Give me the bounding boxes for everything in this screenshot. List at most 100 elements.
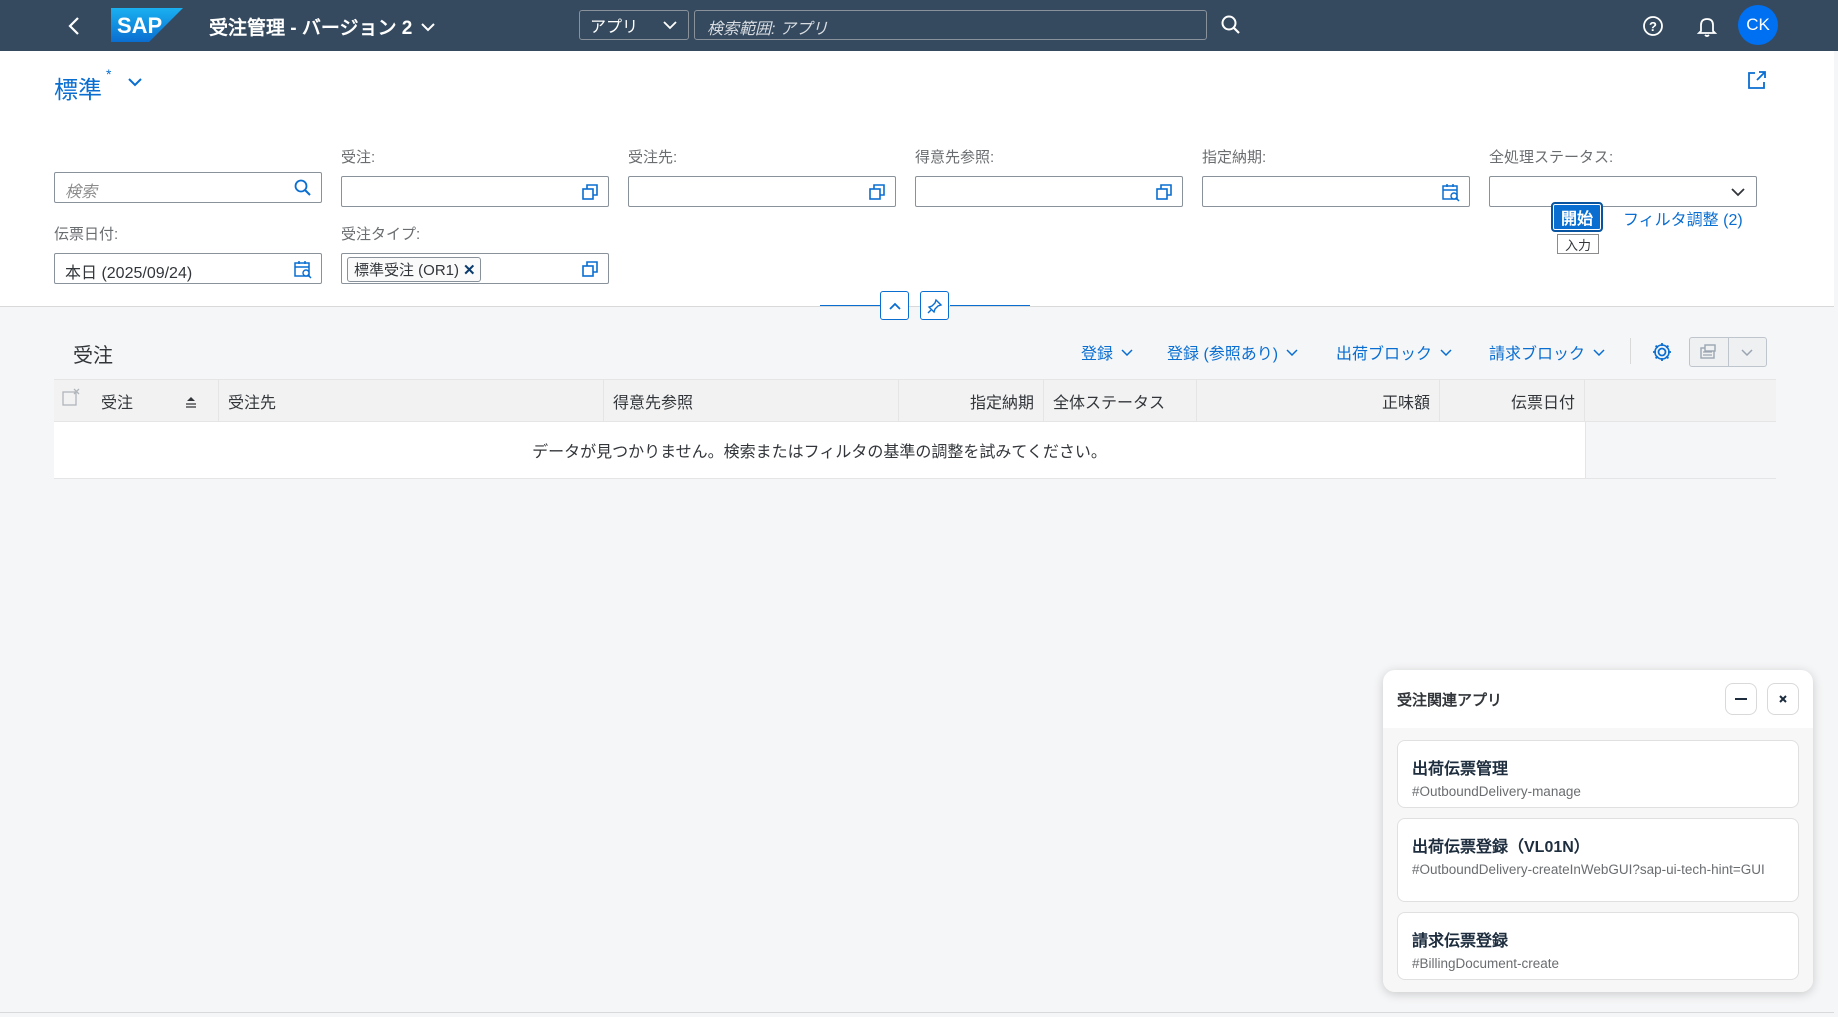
sold-to-filter-label: 受注先: xyxy=(628,149,678,166)
go-button-tooltip: 入力 xyxy=(1557,234,1600,254)
delivery-block-button[interactable]: 出荷ブロック xyxy=(1336,340,1452,364)
order-filter-label: 受注: xyxy=(341,149,376,166)
app-title: 受注管理 - バージョン 2 xyxy=(209,18,413,39)
order-filter-input[interactable] xyxy=(341,176,609,207)
create-label: 登録 xyxy=(1081,346,1114,363)
create-button[interactable]: 登録 xyxy=(1081,340,1133,364)
search-icon[interactable] xyxy=(293,178,313,198)
chevron-down-icon xyxy=(1741,349,1753,356)
delivery-block-label: 出荷ブロック xyxy=(1336,346,1433,363)
order-type-filter-input[interactable]: 標準受注 (OR1) ✕ xyxy=(341,253,609,284)
create-with-ref-label: 登録 (参照あり) xyxy=(1167,346,1279,363)
export-button-group xyxy=(1689,337,1767,367)
value-help-icon[interactable] xyxy=(580,259,600,279)
related-app-title: 請求伝票登録 xyxy=(1412,933,1509,950)
related-app-title: 出荷伝票管理 xyxy=(1412,761,1509,778)
chevron-down-icon xyxy=(421,22,436,31)
related-app-hash: #BillingDocument-create xyxy=(1412,956,1560,971)
gear-icon[interactable] xyxy=(1650,340,1674,364)
chevron-down-icon xyxy=(1286,349,1298,356)
chevron-down-icon xyxy=(1121,349,1133,356)
collapse-header-button[interactable] xyxy=(880,291,909,320)
doc-date-filter-input[interactable]: 本日 (2025/09/24) xyxy=(54,253,322,284)
header-divider-left xyxy=(820,305,880,306)
column-header-doc-date[interactable]: 伝票日付 xyxy=(1440,380,1585,422)
sold-to-filter-input[interactable] xyxy=(628,176,896,207)
related-app-card[interactable]: 請求伝票登録 #BillingDocument-create xyxy=(1397,912,1799,980)
no-data-text: データが見つかりません。検索またはフィルタの基準の調整を試みてください。 xyxy=(532,444,1107,461)
bell-icon[interactable] xyxy=(1694,13,1720,39)
svg-text:?: ? xyxy=(1649,19,1657,34)
column-header-net-amount[interactable]: 正味額 xyxy=(1197,380,1440,422)
basic-search-input[interactable]: 検索 xyxy=(54,172,322,203)
billing-block-label: 請求ブロック xyxy=(1489,346,1586,363)
related-app-hash: #OutboundDelivery-createInWebGUI?sap-ui-… xyxy=(1412,862,1765,877)
shell-search-input[interactable]: 検索範囲: アプリ xyxy=(694,10,1207,40)
sort-icon xyxy=(186,397,196,408)
related-app-title: 出荷伝票登録（VL01N） xyxy=(1412,839,1590,856)
toolbar-separator xyxy=(1630,338,1631,364)
minimize-button[interactable] xyxy=(1725,683,1757,715)
help-icon[interactable]: ? xyxy=(1640,13,1666,39)
order-type-filter-label: 受注タイプ: xyxy=(341,226,421,243)
value-help-icon[interactable] xyxy=(580,182,600,202)
doc-date-value: 本日 (2025/09/24) xyxy=(65,265,193,282)
calendar-icon[interactable] xyxy=(293,259,313,279)
go-button[interactable]: 開始 xyxy=(1551,202,1603,232)
column-header-order[interactable]: 受注 xyxy=(54,380,219,422)
share-icon[interactable] xyxy=(1745,68,1769,92)
shell-bar: SAP 受注管理 - バージョン 2 アプリ 検索範囲: アプリ ? CK xyxy=(0,0,1838,51)
page-bottom-border xyxy=(0,1012,1834,1013)
chevron-left-icon xyxy=(68,17,79,35)
column-label-net-amount: 正味額 xyxy=(1381,395,1430,412)
app-title-menu[interactable]: 受注管理 - バージョン 2 xyxy=(209,13,436,40)
close-icon xyxy=(1779,695,1787,703)
table-header-row: 受注 受注先 得意先参照 指定納期 全体ステータス 正味額 伝票日付 xyxy=(54,379,1776,422)
orders-table: 受注 受注先 得意先参照 指定納期 全体ステータス 正味額 伝票日付 データが見… xyxy=(54,379,1776,479)
column-header-customer-ref[interactable]: 得意先参照 xyxy=(604,380,899,422)
table-body: データが見つかりません。検索またはフィルタの基準の調整を試みてください。 xyxy=(54,422,1776,479)
value-help-icon[interactable] xyxy=(1154,182,1174,202)
chevron-down-icon xyxy=(1593,349,1605,356)
overall-status-filter-select[interactable] xyxy=(1489,176,1757,207)
search-scope-select[interactable]: アプリ xyxy=(579,10,689,40)
header-divider-right xyxy=(950,305,1030,306)
sap-logo[interactable]: SAP xyxy=(111,8,183,42)
column-header-sold-to[interactable]: 受注先 xyxy=(219,380,604,422)
requested-delivery-filter-input[interactable] xyxy=(1202,176,1470,207)
search-scope-value: アプリ xyxy=(590,19,639,36)
search-icon[interactable] xyxy=(1218,12,1244,38)
column-label-sold-to: 受注先 xyxy=(228,395,277,412)
create-with-ref-button[interactable]: 登録 (参照あり) xyxy=(1167,340,1298,364)
customer-ref-filter-input[interactable] xyxy=(915,176,1183,207)
adapt-filters-button[interactable]: フィルタ調整 (2) xyxy=(1623,206,1743,230)
table-filler-column xyxy=(1585,422,1776,478)
pin-header-button[interactable] xyxy=(920,291,949,320)
export-menu-button[interactable] xyxy=(1729,338,1767,366)
close-button[interactable] xyxy=(1767,683,1799,715)
order-type-token[interactable]: 標準受注 (OR1) ✕ xyxy=(347,257,481,282)
token-remove-icon[interactable]: ✕ xyxy=(463,261,476,279)
export-button[interactable] xyxy=(1690,338,1729,366)
related-app-card[interactable]: 出荷伝票管理 #OutboundDelivery-manage xyxy=(1397,740,1799,808)
value-help-icon[interactable] xyxy=(867,182,887,202)
related-apps-title: 受注関連アプリ xyxy=(1397,691,1503,709)
column-header-requested-delivery[interactable]: 指定納期 xyxy=(899,380,1044,422)
column-label-order: 受注 xyxy=(101,395,134,412)
related-apps-panel: 受注関連アプリ 出荷伝票管理 #OutboundDelivery-manage … xyxy=(1383,670,1813,992)
pin-icon xyxy=(927,298,942,313)
shell-search-placeholder: 検索範囲: アプリ xyxy=(707,21,828,38)
select-all-icon[interactable] xyxy=(62,388,80,406)
chevron-down-icon[interactable] xyxy=(1728,182,1748,202)
related-app-card[interactable]: 出荷伝票登録（VL01N） #OutboundDelivery-createIn… xyxy=(1397,818,1799,902)
user-avatar[interactable]: CK xyxy=(1738,5,1778,45)
billing-block-button[interactable]: 請求ブロック xyxy=(1489,340,1605,364)
column-header-overall-status[interactable]: 全体ステータス xyxy=(1044,380,1197,422)
svg-text:SAP: SAP xyxy=(117,13,162,38)
calendar-icon[interactable] xyxy=(1441,182,1461,202)
variant-selector[interactable]: 標準 * xyxy=(54,66,143,105)
column-label-requested-delivery: 指定納期 xyxy=(969,395,1034,412)
chevron-down-icon xyxy=(663,21,677,30)
order-type-token-label: 標準受注 (OR1) xyxy=(354,262,460,279)
back-button[interactable] xyxy=(60,12,88,40)
